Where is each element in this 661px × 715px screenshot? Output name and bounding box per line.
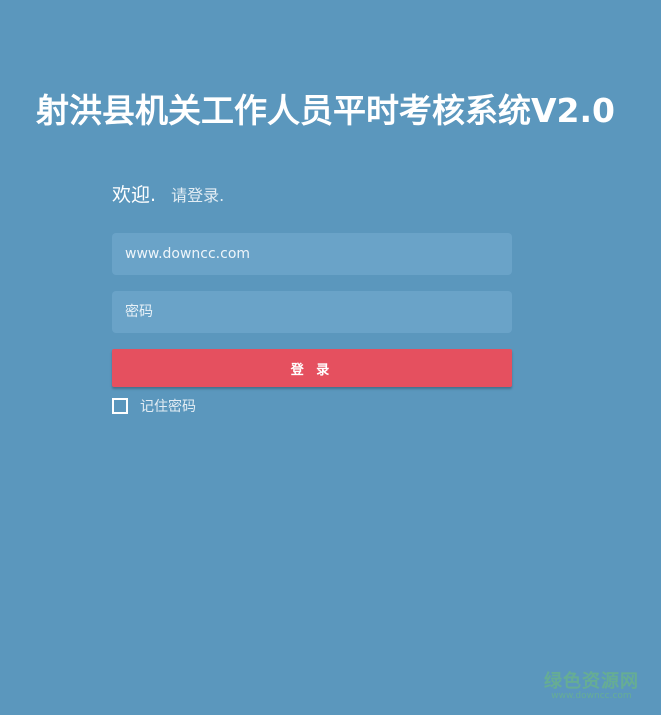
username-field[interactable] [112,233,512,275]
remember-checkbox[interactable] [112,398,128,414]
watermark-url: www.downcc.com [551,691,632,701]
watermark-logo: 绿色资源网 www.downcc.com [544,667,639,701]
app-title: 射洪县机关工作人员平时考核系统V2.0 [36,91,615,130]
remember-label: 记住密码 [140,399,196,415]
login-button[interactable]: 登 录 [112,349,512,387]
remember-password[interactable]: 记住密码 [112,396,512,416]
welcome-text: 欢迎. [112,184,157,206]
login-form: 欢迎. 请登录. 登 录 记住密码 [112,180,512,416]
watermark-text: 绿色资源网 [544,671,639,692]
username-input[interactable] [125,234,495,274]
login-prompt: 请登录. [171,186,225,205]
password-input[interactable] [125,292,495,332]
welcome-line: 欢迎. 请登录. [112,180,512,210]
password-field[interactable] [112,291,512,333]
